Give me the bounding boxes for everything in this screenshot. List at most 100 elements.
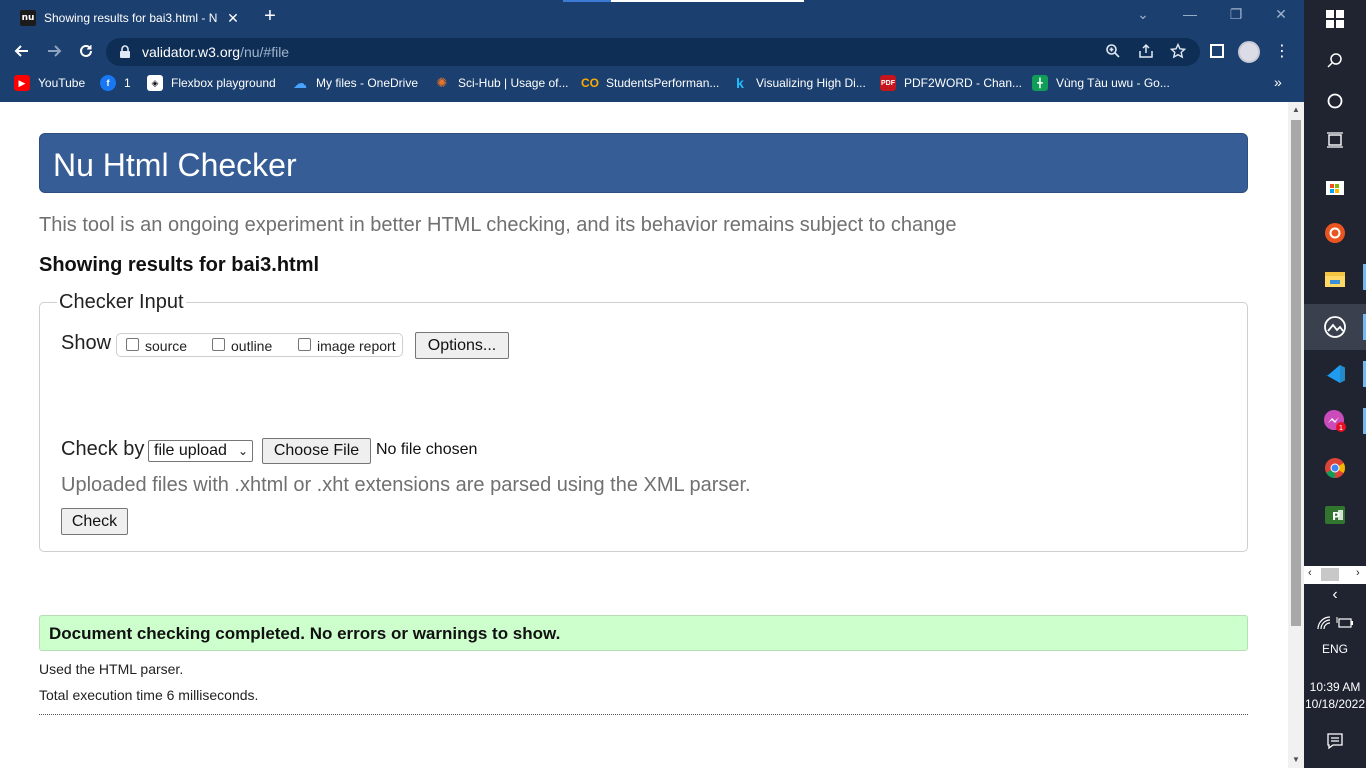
browser-chrome: nu Showing results for bai3.html - N ✕ +… [0, 0, 1304, 102]
task-view-icon[interactable] [1322, 127, 1348, 153]
check-by-value: file upload [154, 442, 227, 459]
check-by-label: Check by [61, 438, 145, 460]
show-hidden-icons-chevron-icon[interactable]: ‹ [1304, 586, 1366, 604]
outline-label[interactable]: outline [231, 338, 272, 354]
microsoft-store-icon[interactable] [1322, 173, 1348, 199]
choose-file-button[interactable]: Choose File [262, 438, 371, 464]
image-report-checkbox[interactable] [298, 338, 311, 351]
notifications-icon[interactable] [1322, 728, 1348, 754]
youtube-icon: ▶ [14, 75, 30, 91]
bookmark-youtube[interactable]: ▶ YouTube [14, 75, 85, 91]
reload-icon[interactable] [76, 42, 96, 62]
lock-icon[interactable] [118, 45, 132, 59]
show-label: Show [61, 332, 112, 354]
k-icon: k [736, 75, 744, 91]
bookmark-label: PDF2WORD - Chan... [904, 76, 1023, 90]
tab-active[interactable]: nu Showing results for bai3.html - N ✕ [8, 2, 250, 34]
flexbox-icon: ◈ [147, 75, 163, 91]
zoom-icon[interactable] [1104, 43, 1122, 61]
page-header: Nu Html Checker [39, 133, 1248, 193]
menu-dots-icon[interactable]: ⋮ [1274, 42, 1290, 62]
url-text[interactable]: validator.w3.org/nu/#file [142, 44, 289, 60]
upload-note: Uploaded files with .xhtml or .xht exten… [61, 474, 751, 496]
sheets-icon: ╋ [1032, 75, 1048, 91]
cortana-icon[interactable] [1322, 88, 1348, 114]
screen: nu Showing results for bai3.html - N ✕ +… [0, 0, 1366, 768]
bookmark-scihub[interactable]: ✺ Sci-Hub | Usage of... [434, 75, 569, 91]
parser-info: Used the HTML parser. [39, 661, 184, 677]
tab-strip-highlight [611, 0, 804, 2]
options-button[interactable]: Options... [415, 332, 509, 359]
nu-favicon-icon: nu [20, 10, 36, 26]
new-tab-button[interactable]: + [260, 6, 280, 26]
bookmark-colab[interactable]: CO StudentsPerforman... [581, 75, 719, 91]
star-icon[interactable] [1169, 42, 1187, 61]
show-options-group: source outline image report [116, 333, 403, 357]
side-panel-icon[interactable] [1210, 44, 1224, 58]
clock-time[interactable]: 10:39 AM [1304, 680, 1366, 694]
scihub-icon: ✺ [436, 75, 448, 90]
no-file-text: No file chosen [376, 441, 478, 458]
chevron-down-icon: ⌄ [237, 444, 248, 458]
scroll-up-icon[interactable]: ▲ [1292, 105, 1300, 114]
page-subtitle: This tool is an ongoing experiment in be… [39, 214, 957, 236]
profile-avatar[interactable] [1238, 41, 1260, 63]
chrome-profile-icon[interactable] [1322, 314, 1348, 340]
battery-icon[interactable] [1334, 610, 1356, 636]
facebook-icon: f [100, 75, 116, 91]
bookmark-facebook[interactable]: f 1 [100, 75, 131, 91]
bookmark-kaggle[interactable]: k Visualizing High Di... [732, 75, 866, 91]
file-explorer-icon[interactable] [1322, 266, 1348, 292]
page-scrollbar[interactable]: ▲ ▼ [1288, 102, 1304, 768]
results-heading: Showing results for bai3.html [39, 254, 320, 276]
bookmark-label: Sci-Hub | Usage of... [458, 76, 569, 90]
chevron-right-icon[interactable]: › [1356, 567, 1360, 579]
close-icon[interactable]: ✕ [224, 10, 242, 27]
source-checkbox[interactable] [126, 338, 139, 351]
pdf-icon: PDF [880, 75, 896, 91]
bookmark-label: YouTube [38, 76, 86, 90]
scrollbar-thumb[interactable] [1291, 120, 1301, 626]
chevron-left-icon[interactable]: ‹ [1308, 567, 1312, 579]
scroll-down-icon[interactable]: ▼ [1292, 755, 1300, 764]
bookmark-sheets[interactable]: ╋ Vùng Tàu uwu - Go... [1032, 75, 1170, 91]
chevron-right-icon[interactable]: » [1274, 74, 1282, 90]
bookmark-onedrive[interactable]: ☁ My files - OneDrive [292, 75, 418, 91]
check-by-select[interactable]: file upload ⌄ [148, 440, 253, 462]
onedrive-icon: ☁ [293, 74, 307, 91]
project-icon[interactable]: P [1322, 502, 1348, 528]
search-icon[interactable] [1322, 48, 1348, 74]
clock-date[interactable]: 10/18/2022 [1304, 697, 1366, 711]
page-title: Nu Html Checker [53, 147, 297, 183]
check-button[interactable]: Check [61, 508, 128, 535]
windows-start-icon[interactable] [1322, 6, 1348, 32]
window-close-icon[interactable]: ✕ [1271, 6, 1291, 23]
source-label[interactable]: source [145, 338, 187, 354]
forward-icon[interactable] [44, 42, 64, 62]
ubuntu-icon[interactable] [1322, 220, 1348, 246]
vscode-icon[interactable] [1322, 361, 1348, 387]
outline-checkbox[interactable] [212, 338, 225, 351]
google-chrome-icon[interactable] [1322, 455, 1348, 481]
language-indicator[interactable]: ENG [1304, 642, 1366, 656]
taskbar-scrollbar[interactable]: ‹ › [1304, 566, 1366, 584]
success-banner: Document checking completed. No errors o… [39, 615, 1248, 651]
share-icon[interactable] [1137, 43, 1155, 61]
image-report-label[interactable]: image report [317, 338, 396, 354]
url-path: /nu/#file [240, 44, 290, 60]
success-message: Document checking completed. No errors o… [49, 624, 561, 643]
taskbar-scroll-thumb[interactable] [1321, 568, 1339, 581]
back-icon[interactable] [12, 42, 32, 62]
bookmark-pdf2word[interactable]: PDF PDF2WORD - Chan... [880, 75, 1022, 91]
restore-icon[interactable]: ❐ [1226, 6, 1246, 23]
wifi-icon[interactable] [1314, 610, 1334, 636]
messenger-icon[interactable]: 1 [1322, 408, 1348, 434]
chevron-down-icon[interactable]: ⌄ [1133, 6, 1153, 23]
bookmark-flexbox[interactable]: ◈ Flexbox playground [147, 75, 276, 91]
minimize-icon[interactable]: — [1180, 6, 1200, 22]
address-bar[interactable]: validator.w3.org/nu/#file [106, 38, 1200, 66]
windows-taskbar: 1 P ‹ › ‹ ENG 10:39 AM 10/18/2022 [1304, 0, 1366, 768]
execution-time-info: Total execution time 6 milliseconds. [39, 687, 259, 703]
url-host: validator.w3.org [142, 44, 241, 60]
navigation-bar: validator.w3.org/nu/#file ⋮ [0, 34, 1304, 70]
